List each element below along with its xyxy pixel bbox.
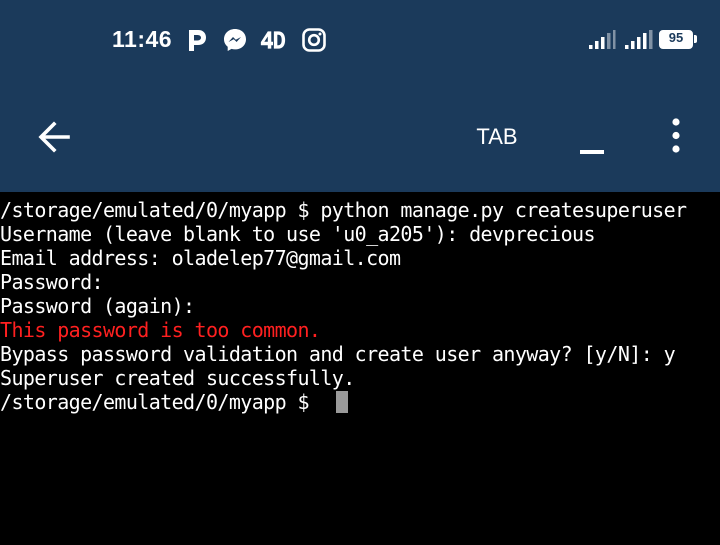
tab-button[interactable]: TAB [466, 122, 528, 152]
4d-icon [260, 31, 286, 49]
instagram-icon [302, 28, 326, 52]
terminal-line: Bypass password validation and create us… [0, 342, 676, 366]
battery-icon: 95 [659, 30, 693, 49]
back-arrow-icon[interactable] [36, 117, 76, 157]
messenger-icon [224, 29, 246, 51]
terminal-line: Email address: oladelep77@gmail.com [0, 246, 401, 270]
battery-tip [694, 35, 697, 43]
clock: 11:46 [112, 26, 173, 52]
signal-icon [589, 30, 616, 49]
terminal-prompt: /storage/emulated/0/myapp $ [0, 390, 321, 414]
status-bar: 11:46 95 [0, 0, 720, 82]
terminal-line: Password (again): [0, 294, 195, 318]
minimize-button[interactable] [574, 128, 610, 158]
more-vertical-icon[interactable] [662, 116, 690, 156]
terminal-line: Username (leave blank to use 'u0_a205'):… [0, 222, 596, 246]
terminal-output[interactable]: /storage/emulated/0/myapp $ python manag… [0, 192, 720, 545]
underscore-icon [580, 150, 604, 154]
signal-icon [625, 30, 653, 49]
error-message: This password is too common. [0, 318, 321, 342]
terminal-line: /storage/emulated/0/myapp $ python manag… [0, 198, 687, 222]
battery-level: 95 [668, 30, 684, 45]
parking-icon [189, 30, 206, 51]
terminal-line: Password: [0, 270, 104, 294]
terminal-cursor [336, 391, 348, 413]
toolbar [0, 82, 720, 192]
terminal-line: Superuser created successfully. [0, 366, 355, 390]
